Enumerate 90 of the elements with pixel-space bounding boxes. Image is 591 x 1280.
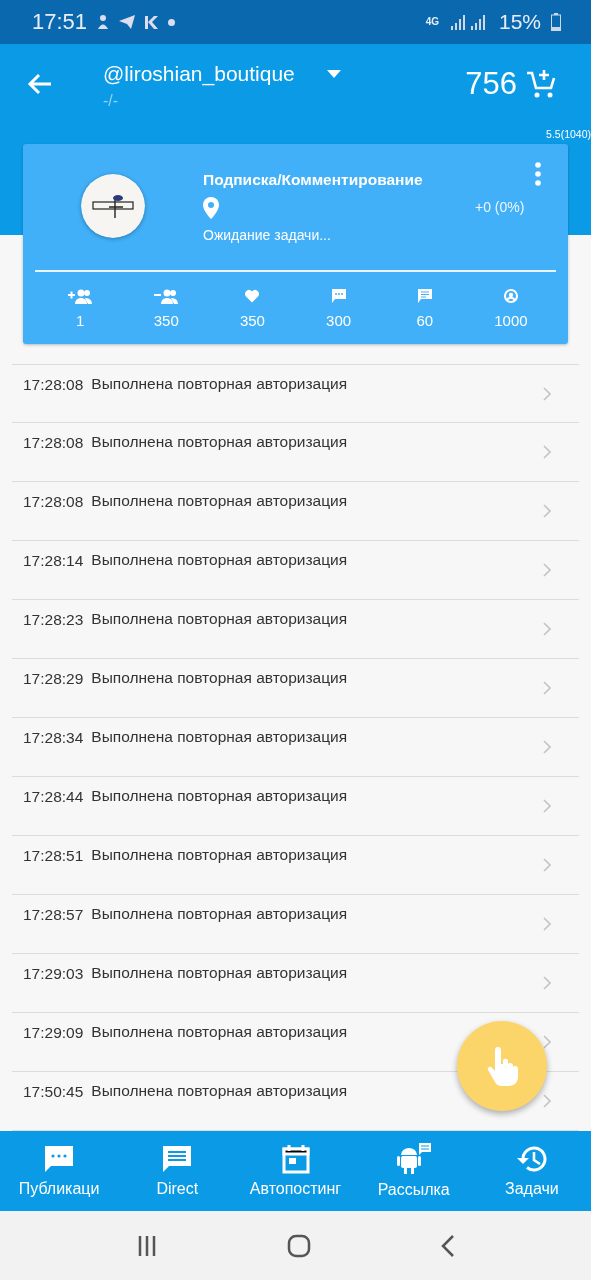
paper-plane-icon: [119, 15, 136, 29]
log-time: 17:28:08: [23, 433, 84, 452]
battery-level: 15%: [498, 10, 541, 34]
chevron-right-icon: [543, 917, 551, 931]
log-time: 17:28:34: [23, 728, 84, 747]
chevron-right-icon: [543, 1094, 551, 1108]
comment-icon: [331, 288, 346, 304]
back-icon[interactable]: [440, 1234, 455, 1257]
person-icon: [97, 15, 110, 29]
log-time: 17:28:14: [23, 551, 84, 570]
stat-count: 350: [153, 312, 179, 329]
log-message: Выполнена повторная авторизация: [91, 610, 349, 628]
history-icon: [515, 1144, 548, 1174]
dropdown-caret-icon[interactable]: [326, 70, 341, 78]
stat-count: 300: [326, 312, 352, 329]
pointing-hand-icon: [485, 1046, 519, 1086]
log-entry[interactable]: 17:28:14 Выполнена повторная авторизация: [12, 541, 579, 600]
recent-apps-icon[interactable]: [136, 1235, 157, 1256]
add-people-icon: [68, 288, 93, 304]
heart-icon: [245, 288, 260, 304]
log-entry[interactable]: 17:28:23 Выполнена повторная авторизация: [12, 600, 579, 659]
log-entry[interactable]: 17:28:08 Выполнена повторная авторизация: [12, 482, 579, 541]
log-time: 17:28:08: [23, 375, 84, 394]
status-time: 17:51: [32, 9, 88, 35]
stat-count: 60: [416, 312, 434, 329]
chevron-right-icon: [543, 740, 551, 754]
log-time: 17:28:44: [23, 787, 84, 806]
calendar-icon: [280, 1144, 311, 1174]
log-time: 17:28:23: [23, 610, 84, 629]
log-entry[interactable]: 17:28:51 Выполнена повторная авторизация: [12, 836, 579, 895]
log-entry[interactable]: 17:28:08 Выполнена повторная авторизация: [12, 364, 579, 423]
log-time: 17:29:03: [23, 964, 84, 983]
android-chat-icon: [395, 1143, 432, 1175]
stat-count: 1: [75, 312, 85, 329]
version-label: 5.5(1040): [546, 128, 591, 140]
network-type: 4G: [425, 17, 439, 27]
chevron-right-icon: [543, 563, 551, 577]
log-time: 17:28:08: [23, 492, 84, 511]
log-message: Выполнена повторная авторизация: [91, 669, 349, 687]
remove-people-icon: [154, 288, 179, 304]
log-time: 17:50:45: [23, 1082, 84, 1101]
log-message: Выполнена повторная авторизация: [91, 905, 349, 923]
chevron-right-icon: [543, 622, 551, 636]
log-message: Выполнена повторная авторизация: [91, 375, 349, 393]
dot-icon: [168, 18, 176, 26]
log-entry[interactable]: 17:28:34 Выполнена повторная авторизация: [12, 718, 579, 777]
message-icon: [162, 1144, 193, 1174]
account-avatar: [81, 174, 145, 238]
stat-count: 1000: [494, 312, 528, 329]
tap-action-button[interactable]: [457, 1021, 547, 1111]
chat-dots-icon: [44, 1144, 75, 1174]
chevron-right-icon: [543, 858, 551, 872]
log-entry[interactable]: 17:29:03 Выполнена повторная авторизация: [12, 954, 579, 1013]
location-pin-icon: [203, 197, 219, 219]
home-icon[interactable]: [286, 1233, 311, 1258]
log-time: 17:29:09: [23, 1023, 84, 1042]
log-time: 17:28:51: [23, 846, 84, 865]
stat-count: 350: [239, 312, 265, 329]
chevron-right-icon: [543, 504, 551, 518]
account-circle-icon: [503, 288, 518, 304]
log-time: 17:28:57: [23, 905, 84, 924]
log-message: Выполнена повторная авторизация: [91, 1082, 349, 1100]
message-icon: [417, 288, 432, 304]
task-status: Ожидание задачи...: [203, 227, 332, 243]
k-letter-icon: [145, 15, 159, 29]
log-entry[interactable]: 17:28:29 Выполнена повторная авторизация: [12, 659, 579, 718]
log-message: Выполнена повторная авторизация: [91, 433, 349, 451]
battery-icon: [551, 13, 561, 31]
log-entry[interactable]: 17:28:44 Выполнена повторная авторизация: [12, 777, 579, 836]
add-to-cart-icon[interactable]: [525, 68, 557, 100]
log-message: Выполнена повторная авторизация: [91, 728, 349, 746]
log-message: Выполнена повторная авторизация: [91, 787, 349, 805]
log-time: 17:28:29: [23, 669, 84, 688]
log-entry[interactable]: 17:28:57 Выполнена повторная авторизация: [12, 895, 579, 954]
log-message: Выполнена повторная авторизация: [91, 964, 349, 982]
more-menu-icon[interactable]: [534, 162, 542, 186]
log-message: Выполнена повторная авторизация: [91, 846, 349, 864]
account-subtitle: -/-: [103, 92, 120, 110]
chevron-right-icon: [543, 387, 551, 401]
log-message: Выполнена повторная авторизация: [91, 1023, 349, 1041]
log-message: Выполнена повторная авторизация: [91, 551, 349, 569]
chevron-right-icon: [543, 681, 551, 695]
chevron-right-icon: [543, 445, 551, 459]
log-message: Выполнена повторная авторизация: [91, 492, 349, 510]
chevron-right-icon: [543, 976, 551, 990]
log-entry[interactable]: 17:28:08 Выполнена повторная авторизация: [12, 423, 579, 482]
chevron-right-icon: [543, 799, 551, 813]
task-title: Подписка/Комментирование: [203, 171, 424, 189]
balance: 756: [465, 66, 517, 102]
chevron-right-icon: [543, 1035, 551, 1049]
